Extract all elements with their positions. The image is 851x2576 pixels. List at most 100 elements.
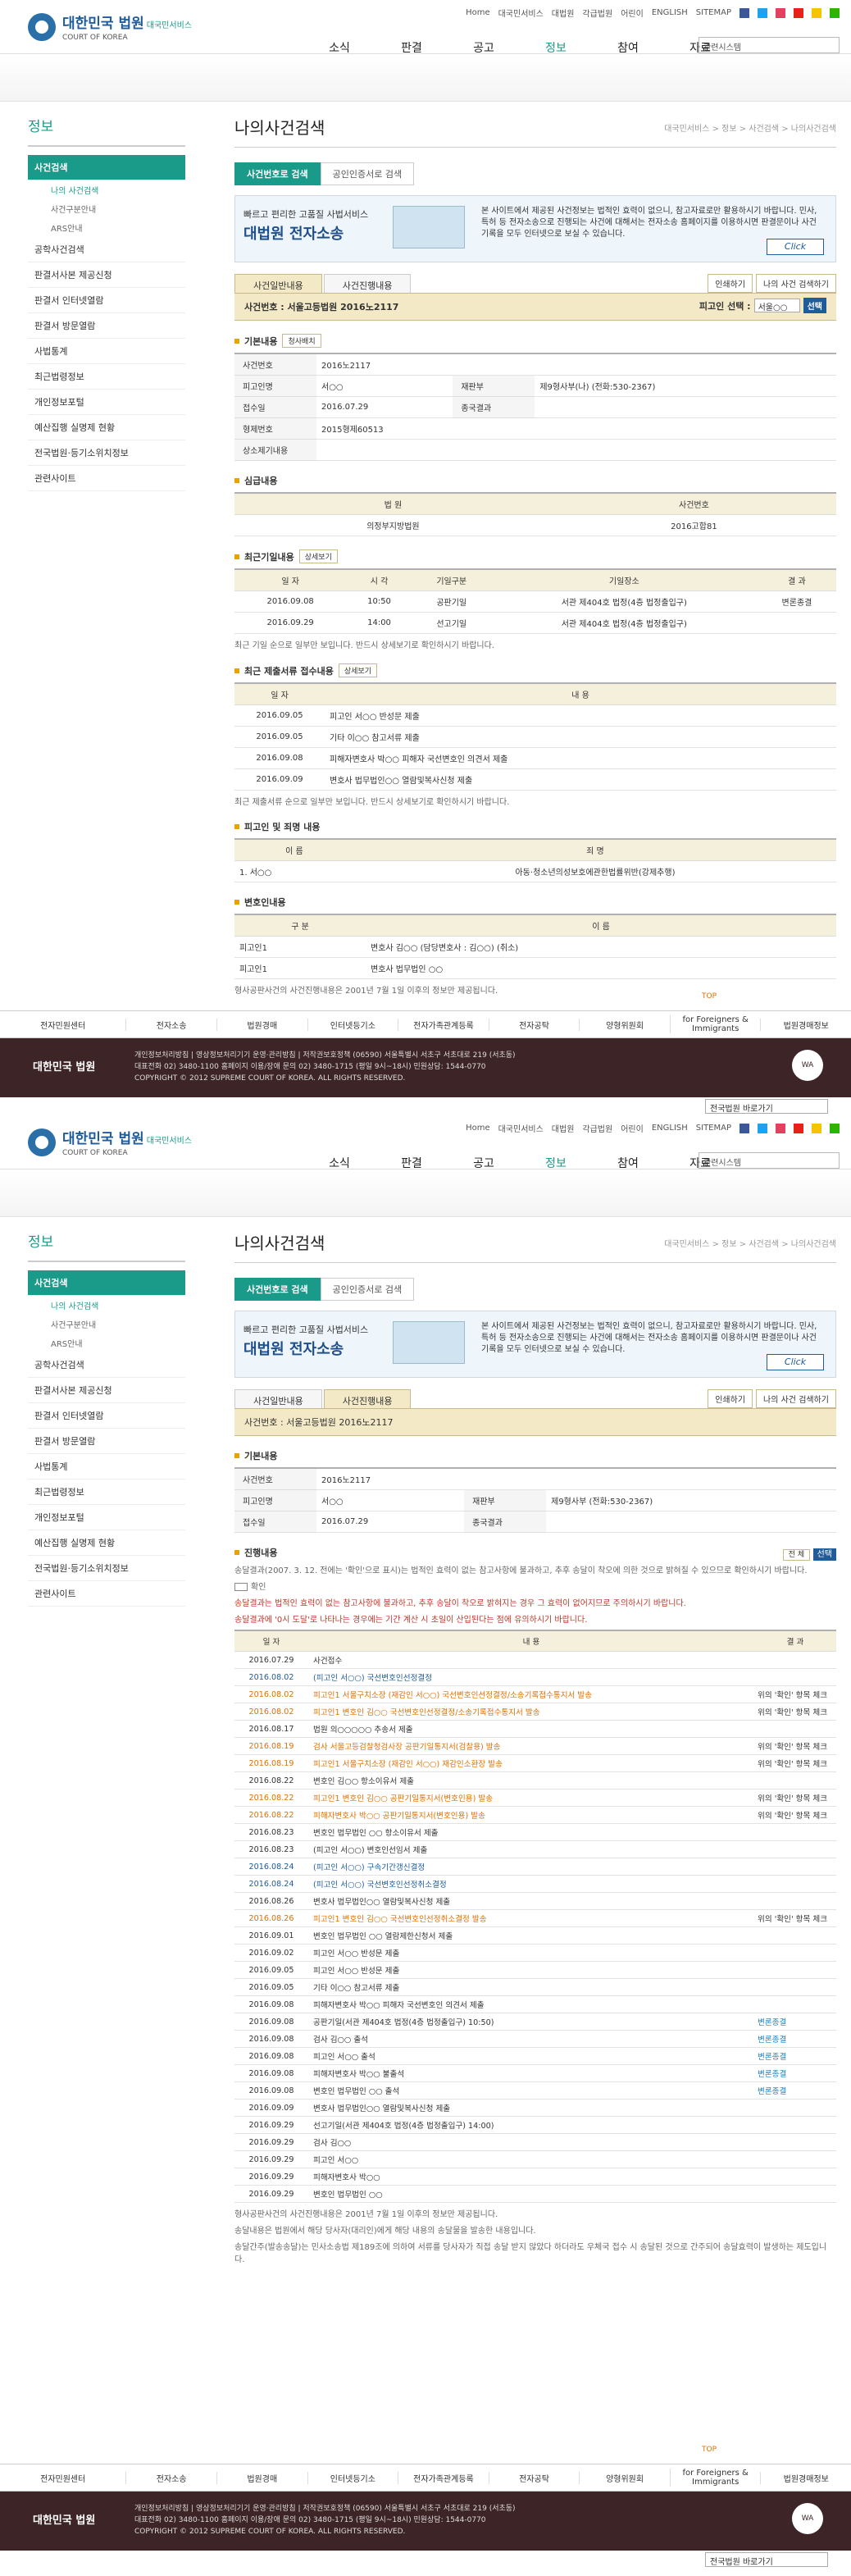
tab-case-number[interactable]: 사건번호로 검색 (234, 1278, 321, 1301)
footer-link-deposit[interactable]: 전자공탁 (488, 2471, 580, 2484)
sidebar-item-case-search[interactable]: 사건검색 (28, 1270, 185, 1296)
nav-notice[interactable]: 공고 (448, 39, 520, 56)
hearing-detail-button[interactable]: 상세보기 (298, 549, 338, 563)
sidebar-sub-ars[interactable]: ARS안내 (28, 1334, 185, 1352)
sidebar-sub-ars[interactable]: ARS안내 (28, 218, 185, 237)
kakao-icon[interactable] (812, 1123, 821, 1133)
sidebar-item-laws[interactable]: 최근법령정보 (28, 1479, 185, 1505)
sidebar-item-judgment-visit[interactable]: 판결서 방문열람 (28, 1429, 185, 1454)
util-sitemap[interactable]: SITEMAP (696, 8, 731, 17)
progress-filter-button[interactable]: 선택 (812, 1548, 836, 1561)
progress-filter-select[interactable]: 전 체 (782, 1548, 811, 1561)
ecourt-click-button[interactable]: Click (767, 1354, 824, 1370)
twitter-icon[interactable] (758, 1123, 767, 1133)
util-courts[interactable]: 각급법원 (582, 1122, 612, 1134)
sidebar-item-budget[interactable]: 예산집행 실명제 현황 (28, 1530, 185, 1556)
nav-judgment[interactable]: 판결 (375, 1155, 448, 1171)
sidebar-item-judgment-copy[interactable]: 판결서사본 제공신청 (28, 262, 185, 288)
util-kids[interactable]: 어린이 (621, 7, 644, 19)
sidebar-item-case-search[interactable]: 사건검색 (28, 155, 185, 180)
footer-link-auction-info[interactable]: 법원경매정보 (760, 1018, 851, 1031)
tab-certificate[interactable]: 공인인증서로 검색 (320, 1278, 415, 1301)
util-supreme[interactable]: 대법원 (552, 1122, 575, 1134)
footer-link-foreigners[interactable]: for Foreigners & Immigrants (669, 1015, 761, 1033)
youtube-icon[interactable] (794, 1123, 803, 1133)
footer-link-sentencing[interactable]: 양형위원회 (579, 1018, 670, 1031)
top-button[interactable]: TOP (702, 2446, 717, 2454)
footer-link-registry[interactable]: 인터넷등기소 (307, 2471, 398, 2484)
footer-link-ecourt[interactable]: 전자소송 (125, 2471, 216, 2484)
footer-link-family[interactable]: 전자가족관계등록 (398, 1018, 489, 1031)
party-select-button[interactable]: 선택 (803, 298, 826, 313)
nav-notice[interactable]: 공고 (448, 1155, 520, 1171)
util-courts[interactable]: 각급법원 (582, 7, 612, 19)
sidebar-item-laws[interactable]: 최근법령정보 (28, 364, 185, 390)
print-button[interactable]: 인쇄하기 (708, 1389, 753, 1408)
related-system-select[interactable]: 관련시스템 (699, 37, 840, 53)
footer-link-foreigners[interactable]: for Foreigners & Immigrants (669, 2469, 761, 2487)
tab-progress[interactable]: 사건진행내용 (323, 1389, 412, 1408)
site-logo[interactable]: 대한민국 법원 대국민서비스 COURT OF KOREA (28, 1127, 192, 1157)
util-home[interactable]: Home (466, 1124, 490, 1133)
blog-icon[interactable] (830, 1123, 840, 1133)
tab-certificate[interactable]: 공인인증서로 검색 (320, 162, 415, 185)
sidebar-item-judgment-online[interactable]: 판결서 인터넷열람 (28, 1403, 185, 1429)
nav-news[interactable]: 소식 (303, 39, 375, 56)
sidebar-item-privacy[interactable]: 개인정보포털 (28, 1505, 185, 1530)
sidebar-item-judgment-online[interactable]: 판결서 인터넷열람 (28, 288, 185, 313)
footer-link-civil[interactable]: 전자민원센터 (0, 1019, 125, 1031)
sidebar-item-statistics[interactable]: 사법통계 (28, 339, 185, 364)
footer-link-auction[interactable]: 법원경매 (216, 1018, 307, 1031)
tab-case-number[interactable]: 사건번호로 검색 (234, 162, 321, 185)
tab-progress[interactable]: 사건진행내용 (323, 274, 412, 293)
instagram-icon[interactable] (776, 1123, 785, 1133)
nav-participate[interactable]: 참여 (592, 1155, 664, 1171)
ecourt-click-button[interactable]: Click (767, 239, 824, 255)
sidebar-item-related-sites[interactable]: 관련사이트 (28, 1581, 185, 1607)
footer-link-auction[interactable]: 법원경매 (216, 2471, 307, 2484)
nav-info[interactable]: 정보 (520, 39, 592, 56)
tab-general[interactable]: 사건일반내용 (234, 1389, 322, 1408)
footer-link-family[interactable]: 전자가족관계등록 (398, 2471, 489, 2484)
nav-participate[interactable]: 참여 (592, 39, 664, 56)
instagram-icon[interactable] (776, 7, 785, 18)
sidebar-item-judgment-copy[interactable]: 판결서사본 제공신청 (28, 1378, 185, 1403)
sidebar-item-locations[interactable]: 전국법원·등기소위치정보 (28, 440, 185, 466)
nav-news[interactable]: 소식 (303, 1155, 375, 1171)
party-select[interactable]: 서울○○ (753, 299, 800, 312)
sidebar-sub-case-type[interactable]: 사건구분안내 (28, 1315, 185, 1334)
nav-judgment[interactable]: 판결 (375, 39, 448, 56)
twitter-icon[interactable] (758, 7, 767, 18)
sidebar-sub-my-case[interactable]: 나의 사건검색 (28, 180, 185, 199)
confirm-checkbox[interactable] (234, 1583, 248, 1591)
util-english[interactable]: ENGLISH (652, 1124, 688, 1133)
footer-link-sentencing[interactable]: 양형위원회 (579, 2471, 670, 2484)
sidebar-item-privacy[interactable]: 개인정보포털 (28, 390, 185, 415)
court-shortcut-select[interactable]: 전국법원 바로가기 (705, 1099, 828, 1114)
top-button[interactable]: TOP (702, 992, 717, 1001)
util-citizen[interactable]: 대국민서비스 (498, 1122, 544, 1134)
sidebar-item-public-case[interactable]: 공학사건검색 (28, 237, 185, 262)
court-shortcut-select[interactable]: 전국법원 바로가기 (705, 2552, 828, 2567)
related-system-select[interactable]: 관련시스템 (699, 1152, 840, 1169)
sidebar-item-related-sites[interactable]: 관련사이트 (28, 466, 185, 491)
sidebar-sub-my-case[interactable]: 나의 사건검색 (28, 1296, 185, 1315)
util-citizen[interactable]: 대국민서비스 (498, 7, 544, 19)
util-english[interactable]: ENGLISH (652, 8, 688, 17)
sidebar-sub-case-type[interactable]: 사건구분안내 (28, 199, 185, 218)
kakao-icon[interactable] (812, 7, 821, 18)
footer-link-auction-info[interactable]: 법원경매정보 (760, 2471, 851, 2484)
nav-info[interactable]: 정보 (520, 1155, 592, 1171)
util-supreme[interactable]: 대법원 (552, 7, 575, 19)
sidebar-item-public-case[interactable]: 공학사건검색 (28, 1352, 185, 1378)
save-my-case-button[interactable]: 나의 사건 검색하기 (756, 274, 836, 293)
ecourt-banner[interactable]: 빠르고 편리한 고품질 사법서비스 대법원 전자소송 본 사이트에서 제공된 사건정… (234, 1311, 836, 1378)
sidebar-item-statistics[interactable]: 사법통계 (28, 1454, 185, 1479)
footer-link-registry[interactable]: 인터넷등기소 (307, 1018, 398, 1031)
util-home[interactable]: Home (466, 8, 490, 17)
facebook-icon[interactable] (740, 1123, 749, 1133)
footer-link-ecourt[interactable]: 전자소송 (125, 1018, 216, 1031)
courtroom-map-button[interactable]: 청사배치 (282, 334, 321, 348)
save-my-case-button[interactable]: 나의 사건 검색하기 (756, 1389, 836, 1408)
print-button[interactable]: 인쇄하기 (708, 274, 753, 293)
